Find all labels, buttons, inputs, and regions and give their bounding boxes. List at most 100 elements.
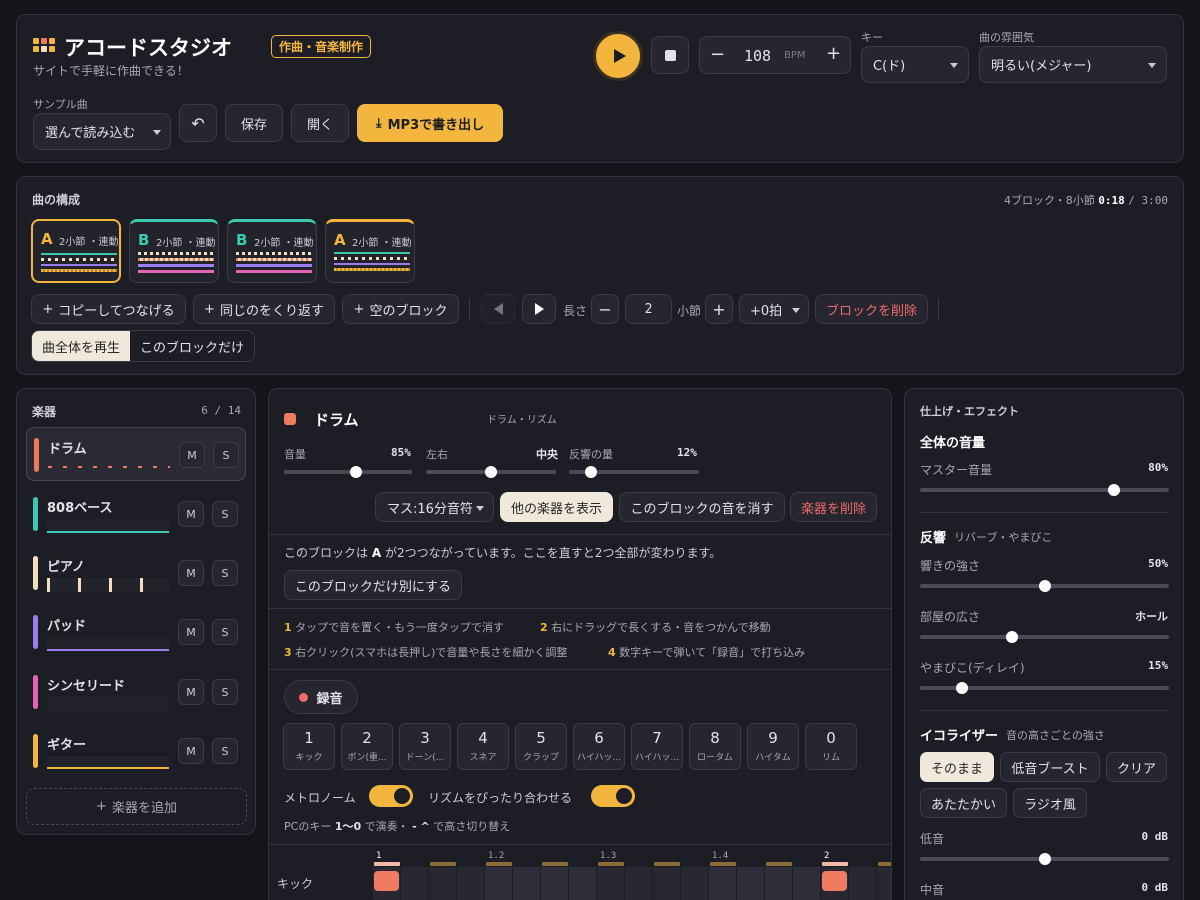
- stop-button[interactable]: [651, 36, 689, 74]
- empty-block-button[interactable]: + 空のブロック: [342, 294, 459, 324]
- step-cell[interactable]: [681, 867, 708, 900]
- eq-bass-slider-thumb[interactable]: [1038, 853, 1051, 865]
- open-button[interactable]: 開く: [291, 104, 349, 142]
- solo-button[interactable]: S: [212, 679, 238, 705]
- mute-button[interactable]: M: [178, 501, 204, 527]
- bpm-increase-button[interactable]: +: [826, 43, 841, 64]
- eq-preset-bass-boost[interactable]: 低音ブースト: [1000, 752, 1100, 782]
- instrument-row-synth-lead[interactable]: シンセリード M S: [26, 665, 246, 719]
- drum-pad-5[interactable]: 5 クラップ: [515, 723, 567, 770]
- room-size-slider[interactable]: [920, 631, 1169, 643]
- mood-select[interactable]: 明るい(メジャー): [979, 46, 1167, 83]
- instrument-row-drums[interactable]: ドラム M S: [26, 427, 246, 481]
- solo-button[interactable]: S: [212, 560, 238, 586]
- quantize-toggle[interactable]: [591, 785, 635, 807]
- pan-slider-thumb[interactable]: [485, 466, 497, 478]
- step-note[interactable]: [374, 871, 399, 891]
- play-whole-tab[interactable]: 曲全体を再生: [32, 331, 130, 361]
- song-block-2[interactable]: B 2小節 ・連動: [129, 219, 219, 283]
- reverb-amount-slider[interactable]: [569, 466, 699, 478]
- reverb-strength-slider[interactable]: [920, 580, 1169, 592]
- volume-slider[interactable]: [284, 466, 412, 478]
- solo-button[interactable]: S: [212, 619, 238, 645]
- step-cell[interactable]: [709, 867, 736, 900]
- mute-button[interactable]: M: [178, 738, 204, 764]
- delay-slider-thumb[interactable]: [956, 682, 969, 694]
- copy-join-button[interactable]: + コピーしてつなげる: [31, 294, 186, 324]
- instrument-row-pad[interactable]: パッド M S: [26, 605, 246, 659]
- drum-pad-3[interactable]: 3 ドーン(...: [399, 723, 451, 770]
- mute-block-button[interactable]: このブロックの音を消す: [619, 492, 785, 522]
- song-block-3[interactable]: B 2小節 ・連動: [227, 219, 317, 283]
- mute-button[interactable]: M: [178, 619, 204, 645]
- beat-offset-select[interactable]: +0拍: [739, 294, 809, 324]
- add-instrument-button[interactable]: + 楽器を追加: [26, 788, 247, 825]
- step-cell[interactable]: [457, 867, 484, 900]
- drum-pad-0[interactable]: 0 リム: [805, 723, 857, 770]
- metronome-toggle[interactable]: [369, 785, 413, 807]
- volume-slider-thumb[interactable]: [349, 466, 362, 478]
- step-cell[interactable]: [793, 867, 820, 900]
- length-decrease-button[interactable]: −: [591, 294, 619, 324]
- master-volume-slider[interactable]: [920, 484, 1169, 496]
- reverb-strength-slider-thumb[interactable]: [1038, 580, 1051, 592]
- drum-pad-2[interactable]: 2 ボン(重...: [341, 723, 393, 770]
- delete-instrument-button[interactable]: 楽器を削除: [790, 492, 877, 522]
- show-others-button[interactable]: 他の楽器を表示: [500, 492, 613, 522]
- room-size-slider-thumb[interactable]: [1006, 631, 1019, 643]
- length-increase-button[interactable]: +: [705, 294, 733, 324]
- length-value-field[interactable]: 2: [625, 294, 672, 324]
- solo-button[interactable]: S: [212, 738, 238, 764]
- undo-button[interactable]: ↶: [179, 104, 217, 142]
- unlink-block-button[interactable]: このブロックだけ別にする: [284, 570, 462, 600]
- repeat-same-button[interactable]: + 同じのをくり返す: [193, 294, 335, 324]
- solo-button[interactable]: S: [213, 442, 239, 468]
- step-cell[interactable]: [737, 867, 764, 900]
- step-cell[interactable]: [541, 867, 568, 900]
- eq-preset-flat[interactable]: そのまま: [920, 752, 994, 782]
- play-button[interactable]: [593, 31, 643, 81]
- instrument-row-808-bass[interactable]: 808ベース M S: [26, 487, 246, 541]
- eq-preset-radio[interactable]: ラジオ風: [1013, 788, 1087, 818]
- song-block-4[interactable]: A 2小節 ・連動: [325, 219, 415, 283]
- step-note[interactable]: [822, 871, 847, 891]
- move-right-button[interactable]: [522, 294, 556, 324]
- step-cell[interactable]: [849, 867, 876, 900]
- drum-pad-6[interactable]: 6 ハイハッ...: [573, 723, 625, 770]
- mute-button[interactable]: M: [178, 560, 204, 586]
- mute-button[interactable]: M: [179, 442, 205, 468]
- eq-bass-slider[interactable]: [920, 853, 1169, 865]
- delete-block-button[interactable]: ブロックを削除: [815, 294, 928, 324]
- step-cell[interactable]: [485, 867, 512, 900]
- eq-preset-clear[interactable]: クリア: [1106, 752, 1167, 782]
- eq-preset-warm[interactable]: あたたかい: [920, 788, 1007, 818]
- mute-button[interactable]: M: [178, 679, 204, 705]
- instrument-row-guitar[interactable]: ギター M S: [26, 724, 246, 778]
- solo-button[interactable]: S: [212, 501, 238, 527]
- play-block-tab[interactable]: このブロックだけ: [130, 331, 254, 361]
- drum-pad-7[interactable]: 7 ハイハッ...: [631, 723, 683, 770]
- reverb-amount-slider-thumb[interactable]: [585, 466, 598, 478]
- bpm-decrease-button[interactable]: −: [710, 44, 725, 65]
- step-cell[interactable]: [429, 867, 456, 900]
- step-cell[interactable]: [877, 867, 891, 900]
- song-block-1[interactable]: A 2小節 ・連動: [31, 219, 121, 283]
- grid-resolution-select[interactable]: マス:16分音符: [375, 492, 494, 522]
- export-mp3-button[interactable]: ⤓ MP3で書き出し: [357, 104, 503, 142]
- step-cell[interactable]: [765, 867, 792, 900]
- drum-pad-4[interactable]: 4 スネア: [457, 723, 509, 770]
- step-cell[interactable]: [625, 867, 652, 900]
- drum-pad-8[interactable]: 8 ロータム: [689, 723, 741, 770]
- step-cell[interactable]: [569, 867, 596, 900]
- step-cell[interactable]: [513, 867, 540, 900]
- step-cell[interactable]: [597, 867, 624, 900]
- master-volume-slider-thumb[interactable]: [1108, 484, 1121, 496]
- record-button[interactable]: 録音: [284, 680, 358, 714]
- step-cell[interactable]: [653, 867, 680, 900]
- move-left-button[interactable]: [481, 294, 515, 324]
- instrument-row-piano[interactable]: ピアノ M S: [26, 546, 246, 600]
- drum-pad-1[interactable]: 1 キック: [283, 723, 335, 770]
- sample-select[interactable]: 選んで読み込む: [33, 113, 171, 150]
- drum-pad-9[interactable]: 9 ハイタム: [747, 723, 799, 770]
- key-select[interactable]: C(ド): [861, 46, 969, 83]
